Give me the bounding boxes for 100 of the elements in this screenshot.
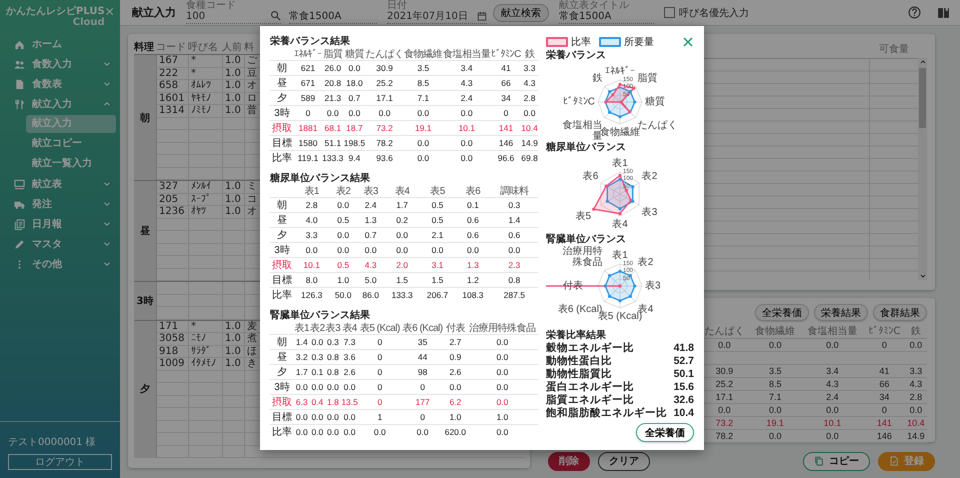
table-cell-text: き — [246, 358, 257, 370]
code-field[interactable]: 食種コード 100 — [186, 1, 281, 24]
table-cell: 0.0 — [294, 424, 310, 439]
table-cell: 1.2 — [455, 272, 491, 288]
text-field[interactable]: 常食1500A — [289, 1, 377, 24]
table-cell-text: ロ — [246, 92, 257, 104]
logout-button[interactable]: ログアウト — [8, 454, 112, 470]
sidebar-subitem[interactable]: 献立一覧入力 — [26, 155, 116, 173]
column-header: 表2 — [310, 323, 326, 334]
close-icon[interactable] — [682, 36, 694, 48]
table-cell: 0 — [401, 410, 444, 424]
ratio-area — [592, 174, 632, 214]
axis-label: ｴﾈﾙｷﾞｰ — [605, 66, 635, 77]
all-nutrients-button[interactable]: 全栄養価 — [636, 423, 694, 442]
sidebar-item[interactable]: 食数入力 — [0, 54, 120, 74]
table-cell: 1.0 — [223, 333, 245, 345]
row-label: 目標 — [270, 410, 294, 424]
search-icon[interactable] — [270, 10, 281, 21]
column-header: 食物繊維 — [750, 324, 801, 338]
table-cell: 41 — [864, 364, 905, 378]
table-cell: 2.8 — [294, 198, 330, 212]
page-title: 献立入力 — [132, 5, 177, 20]
table-cell: 1.3 — [356, 212, 384, 228]
table-cell: 3.3 — [521, 60, 538, 76]
sidebar-item[interactable]: 発注 — [0, 194, 120, 214]
delete-button[interactable]: 削除 — [548, 452, 590, 470]
sidebar-item[interactable]: 献立入力 — [0, 94, 120, 114]
sidebar-item[interactable]: マスタ — [0, 234, 120, 254]
copy-button[interactable]: コピー — [803, 452, 870, 470]
row-label: 摂取 — [270, 120, 294, 136]
result-button[interactable]: 食群結果 — [873, 304, 927, 321]
table-cell: ｵﾑﾚﾂ — [189, 80, 223, 92]
sidebar-item[interactable]: ホーム — [0, 34, 120, 54]
row-label: 目標 — [270, 136, 294, 150]
book-icon[interactable] — [937, 6, 950, 19]
table-cell: 3.6 — [340, 350, 358, 364]
ratio-label: 飽和脂肪酸エネルギー比 — [546, 407, 667, 420]
table-cell: 19.1 — [750, 416, 801, 430]
table-cell: 1.0 — [223, 80, 245, 92]
column-header: 表3 — [325, 323, 341, 334]
table-cell: 1.0 — [223, 346, 245, 358]
table-cell: 0.1 — [455, 198, 491, 212]
checkbox[interactable] — [664, 7, 675, 18]
data-point — [618, 270, 622, 273]
table-cell: 621 — [294, 60, 322, 76]
table-cell: 0.0 — [466, 364, 538, 380]
axis-label: 表2 — [638, 257, 654, 268]
table-cell: 0.4 — [310, 394, 326, 410]
result-button[interactable]: 全栄養価 — [755, 304, 809, 321]
register-button[interactable]: 登録 — [878, 452, 935, 470]
table-cell: 1.4 — [294, 334, 310, 350]
column-header: 表2 — [329, 186, 357, 198]
clear-button[interactable]: クリア — [598, 452, 650, 470]
table-cell: 1.0 — [223, 92, 245, 104]
sidebar-item[interactable]: 日月報 — [0, 214, 120, 234]
sidebar-item[interactable]: 献立表 — [0, 174, 120, 194]
row-label: 朝 — [270, 60, 294, 76]
data-point — [620, 100, 623, 104]
data-point — [618, 284, 622, 288]
data-point — [608, 110, 612, 114]
data-point — [606, 200, 609, 203]
row-label: 朝 — [270, 334, 294, 350]
table-cell: 1009 — [157, 358, 189, 370]
help-icon[interactable] — [908, 6, 921, 19]
table-cell: 10.4 — [521, 120, 538, 136]
requirement-area — [604, 270, 636, 302]
row-label: 夕 — [270, 228, 294, 242]
table-cell: 0.3 — [490, 198, 538, 212]
sidebar-subitem[interactable]: 献立コピー — [26, 135, 116, 153]
scrollbar[interactable] — [918, 58, 927, 280]
table-cell: * — [189, 320, 223, 332]
axis-label: 表1 — [612, 158, 628, 169]
table-cell: 0.0 — [310, 334, 326, 350]
date-field[interactable]: 日付 2021年07月10日 — [387, 1, 487, 24]
calendar-icon[interactable] — [477, 11, 487, 21]
table-cell: 1.0 — [444, 410, 467, 424]
table-cell: 0.0 — [442, 150, 491, 165]
search-button[interactable]: 献立検索 — [493, 4, 549, 22]
table-cell: 1.8 — [325, 394, 341, 410]
ratio-area — [604, 84, 636, 112]
table-cell: 1.0 — [223, 206, 245, 218]
copy-icon — [814, 456, 824, 466]
table-cell: 3.3 — [294, 228, 330, 242]
column-header: 可食量 — [878, 43, 910, 57]
scroll-up-icon[interactable] — [918, 58, 926, 66]
table-cell: 0 — [294, 106, 322, 120]
table-cell: 0.5 — [420, 198, 456, 212]
sidebar-item[interactable]: 食数表 — [0, 74, 120, 94]
table-cell: 0.0 — [329, 242, 357, 258]
meal-label: 昼 — [134, 181, 157, 281]
data-point — [628, 294, 632, 298]
table-cell: 0.6 — [455, 212, 491, 228]
scroll-down-icon[interactable] — [918, 272, 926, 280]
table-cell: 0.0 — [455, 242, 491, 258]
result-button[interactable]: 栄養結果 — [814, 304, 868, 321]
table-cell: 2.8 — [521, 90, 538, 106]
sidebar-item[interactable]: その他 — [0, 254, 120, 274]
scrollbar-thumb[interactable] — [919, 68, 926, 128]
table-cell: 222 — [157, 68, 189, 80]
column-header: 調味料 — [490, 186, 538, 198]
